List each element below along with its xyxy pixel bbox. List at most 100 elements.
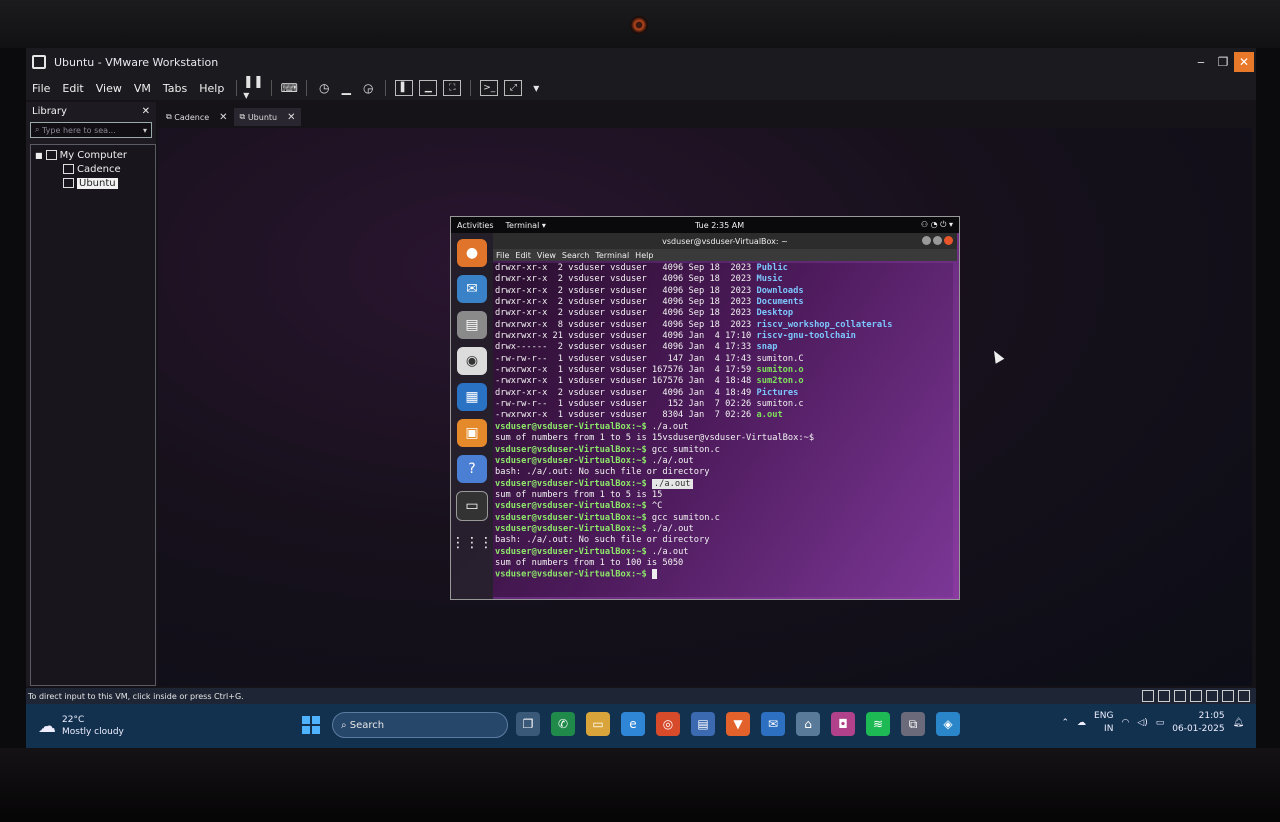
terminal-menu-help[interactable]: Help [632, 251, 656, 260]
system-menu-icon[interactable]: ⚇ ◔ ⏻ ▾ [921, 220, 953, 230]
instagram-icon[interactable]: ◘ [831, 712, 855, 736]
onedrive-icon[interactable]: ☁ [1077, 718, 1086, 728]
minimize-icon[interactable] [922, 236, 931, 245]
command-text: gcc sumiton.c [646, 444, 720, 455]
edge-icon[interactable]: e [621, 712, 645, 736]
hard-disk-icon[interactable] [1142, 690, 1154, 702]
thumbnail-bar-icon[interactable]: ▁ [419, 80, 438, 96]
menu-view[interactable]: View [90, 82, 128, 95]
chrome-icon[interactable]: ◎ [656, 712, 680, 736]
snapshot-manager-icon[interactable]: ◶ [357, 79, 379, 97]
minimize-icon[interactable]: ‒ [1190, 55, 1212, 69]
brave-icon[interactable]: ▼ [726, 712, 750, 736]
firefox-icon[interactable]: ● [457, 239, 487, 267]
listing-filename: sumiton.C [756, 353, 804, 364]
virtualbox-icon[interactable]: ◈ [936, 712, 960, 736]
software-center-icon[interactable]: ▣ [457, 419, 487, 447]
taskbar-search[interactable]: ⌕ Search [332, 712, 508, 738]
menu-help[interactable]: Help [193, 82, 230, 95]
snapshot-icon[interactable]: ◷ [313, 79, 335, 97]
stretch-dropdown-icon[interactable]: ▾ [525, 79, 547, 97]
terminal-menu-file[interactable]: File [493, 251, 512, 260]
tab-cadence[interactable]: ⧉ Cadence ✕ [160, 108, 234, 126]
home-icon[interactable]: ⌂ [796, 712, 820, 736]
restore-icon[interactable]: ❐ [1212, 55, 1234, 69]
whatsapp-icon[interactable]: ✆ [551, 712, 575, 736]
terminal-menu-view[interactable]: View [534, 251, 559, 260]
maximize-icon[interactable] [933, 236, 942, 245]
task-view-icon[interactable]: ❐ [516, 712, 540, 736]
menu-file[interactable]: File [26, 82, 56, 95]
file-explorer-icon[interactable]: ▭ [586, 712, 610, 736]
tab-close-icon[interactable]: ✕ [287, 112, 295, 123]
printer-icon[interactable] [1222, 690, 1234, 702]
language-indicator[interactable]: ENG IN [1094, 710, 1113, 736]
tree-item-my-computer[interactable]: ■ My Computer [35, 148, 155, 162]
full-screen-icon[interactable]: ⛶ [443, 80, 462, 96]
terminal-menu-edit[interactable]: Edit [512, 251, 534, 260]
search-icon: ⌕ [341, 719, 350, 731]
tree-item-label: My Computer [59, 149, 127, 161]
gnome-clock[interactable]: Tue 2:35 AM [695, 221, 744, 230]
show-hidden-icons-icon[interactable]: ⌃ [1061, 718, 1069, 728]
menu-tabs[interactable]: Tabs [157, 82, 193, 95]
display-icon[interactable] [1238, 690, 1250, 702]
store-icon[interactable]: ▤ [691, 712, 715, 736]
vm-device-icons [1142, 690, 1250, 702]
menu-edit[interactable]: Edit [56, 82, 89, 95]
send-ctrl-alt-del-icon[interactable]: ⌨ [278, 79, 300, 97]
libreoffice-writer-icon[interactable]: ▦ [457, 383, 487, 411]
files-icon[interactable]: ▤ [457, 311, 487, 339]
show-library-icon[interactable]: ▌ [395, 80, 414, 96]
network-adapter-icon[interactable] [1174, 690, 1186, 702]
console-view-icon[interactable]: >_ [480, 80, 499, 96]
terminal-menu-terminal[interactable]: Terminal [592, 251, 632, 260]
sound-card-icon[interactable] [1206, 690, 1218, 702]
spotify-icon[interactable]: ≋ [866, 712, 890, 736]
library-search-input[interactable]: ⌕ Type here to sea... ▾ [30, 122, 152, 138]
vmware-taskbar-icon[interactable]: ⧉ [901, 712, 925, 736]
prompt-line: vsduser@vsduser-VirtualBox:~$ ./a.out [495, 547, 953, 558]
help-icon[interactable]: ? [457, 455, 487, 483]
taskbar-clock[interactable]: 21:05 06-01-2025 [1172, 710, 1224, 736]
tree-item-ubuntu[interactable]: Ubuntu [63, 176, 155, 190]
cd-dvd-icon[interactable] [1158, 690, 1170, 702]
listing-meta: -rwxrwxr-x 1 vsduser vsduser 167576 Jan … [495, 376, 757, 387]
vm-display[interactable]: Activities Terminal ▾ Tue 2:35 AM ⚇ ◔ ⏻ … [158, 128, 1252, 686]
battery-icon[interactable]: ▭ [1156, 718, 1165, 728]
wifi-icon[interactable]: ◠ [1121, 718, 1129, 728]
stretch-guest-icon[interactable]: ⤢ [504, 80, 523, 96]
ubuntu-guest-screen[interactable]: Activities Terminal ▾ Tue 2:35 AM ⚇ ◔ ⏻ … [450, 216, 960, 600]
usb-icon[interactable] [1190, 690, 1202, 702]
terminal-output[interactable]: drwxr-xr-x 2 vsduser vsduser 4096 Sep 18… [493, 263, 953, 597]
terminal-icon[interactable]: ▭ [456, 491, 488, 521]
outlook-icon[interactable]: ✉ [761, 712, 785, 736]
vm-icon [63, 178, 74, 188]
thunderbird-icon[interactable]: ✉ [457, 275, 487, 303]
terminal-window[interactable]: vsduser@vsduser-VirtualBox: ~ File Edit … [493, 233, 957, 597]
activities-button[interactable]: Activities [451, 221, 500, 230]
chevron-down-icon[interactable]: ▾ [143, 126, 147, 135]
start-button[interactable] [302, 716, 320, 734]
menu-vm[interactable]: VM [128, 82, 157, 95]
show-applications-icon[interactable]: ⋮⋮⋮ [451, 529, 493, 557]
collapse-icon[interactable]: ■ [35, 151, 43, 160]
library-close-icon[interactable]: ✕ [142, 106, 150, 117]
close-icon[interactable] [944, 236, 953, 245]
output-text: sum of numbers from 1 to 100 is 5050 [495, 557, 684, 568]
tab-ubuntu[interactable]: ⧉ Ubuntu ✕ [233, 108, 302, 126]
rhythmbox-icon[interactable]: ◉ [457, 347, 487, 375]
close-icon[interactable]: ✕ [1234, 52, 1254, 72]
taskbar-search-label: Search [349, 719, 385, 731]
clock-date: 06-01-2025 [1172, 724, 1225, 734]
terminal-app-menu[interactable]: Terminal ▾ [500, 221, 552, 230]
revert-snapshot-icon[interactable]: ▁ [335, 79, 357, 97]
pause-icon[interactable]: ❚❚ ▾ [243, 74, 265, 102]
tree-item-cadence[interactable]: Cadence [63, 162, 155, 176]
weather-widget[interactable]: ☁ 22°C Mostly cloudy [38, 714, 148, 738]
listing-row: drwxr-xr-x 2 vsduser vsduser 4096 Jan 4 … [495, 388, 953, 399]
terminal-menu-search[interactable]: Search [559, 251, 592, 260]
notification-bell-icon[interactable]: 🔔︎ [1233, 718, 1244, 728]
tab-close-icon[interactable]: ✕ [219, 112, 227, 123]
volume-icon[interactable]: ◁) [1137, 718, 1147, 728]
